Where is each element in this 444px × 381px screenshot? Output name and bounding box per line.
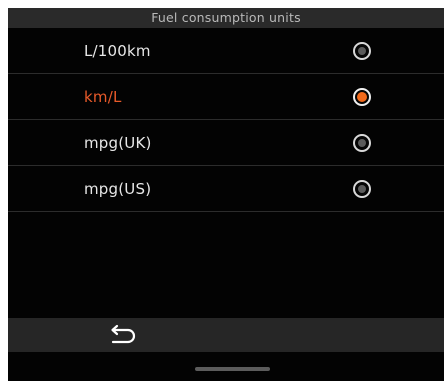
page-title: Fuel consumption units xyxy=(8,8,444,28)
screen: Fuel consumption units L/100km km/L mpg(… xyxy=(8,8,444,381)
option-label: km/L xyxy=(84,88,122,106)
option-mpg-us[interactable]: mpg(US) xyxy=(8,166,444,212)
radio-button[interactable] xyxy=(353,180,371,198)
radio-button[interactable] xyxy=(353,134,371,152)
bottom-bar xyxy=(8,318,444,352)
option-mpg-uk[interactable]: mpg(UK) xyxy=(8,120,444,166)
radio-button-selected[interactable] xyxy=(353,88,371,106)
radio-button[interactable] xyxy=(353,42,371,60)
radio-dot xyxy=(358,139,366,147)
home-indicator-strip xyxy=(8,352,444,381)
back-arrow-icon xyxy=(111,324,136,344)
units-option-list: L/100km km/L mpg(UK) mpg(US) xyxy=(8,28,444,212)
home-indicator[interactable] xyxy=(195,367,270,371)
option-km-per-l[interactable]: km/L xyxy=(8,74,444,120)
option-label: mpg(UK) xyxy=(84,134,152,152)
radio-dot xyxy=(357,92,367,102)
option-l-per-100km[interactable]: L/100km xyxy=(8,28,444,74)
option-label: L/100km xyxy=(84,42,151,60)
option-label: mpg(US) xyxy=(84,180,152,198)
radio-dot xyxy=(358,47,366,55)
back-button[interactable] xyxy=(104,324,138,346)
radio-dot xyxy=(358,185,366,193)
